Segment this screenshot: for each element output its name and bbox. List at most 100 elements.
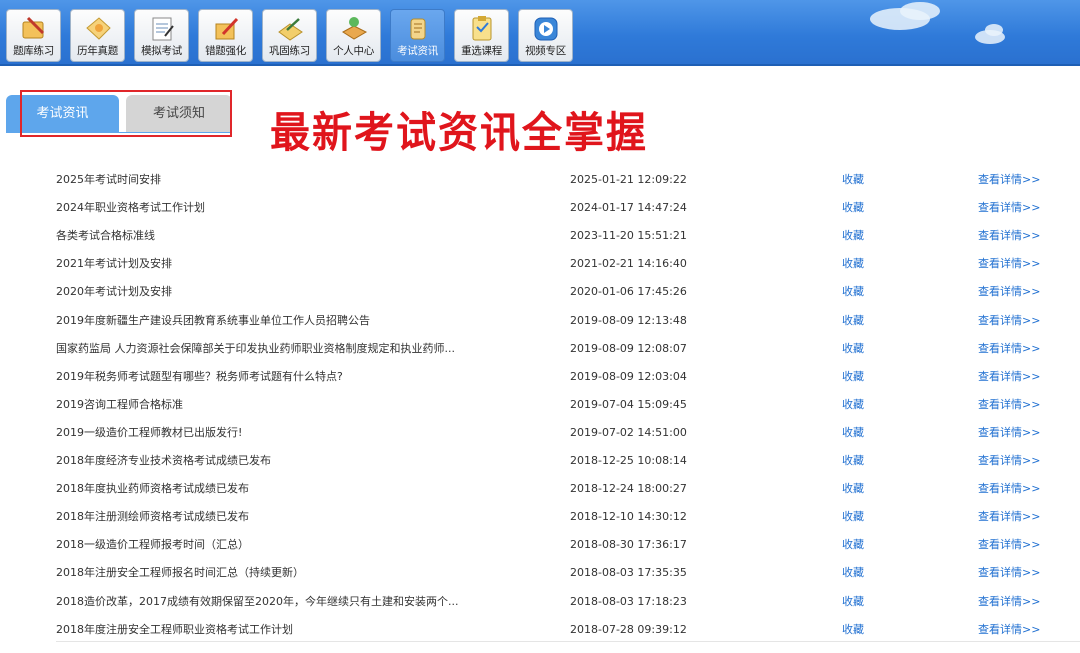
nav-item-label: 模拟考试 xyxy=(141,45,182,57)
view-detail-link[interactable]: 查看详情>> xyxy=(978,531,1040,559)
news-row: 2018年注册测绘师资格考试成绩已发布 2018-12-10 14:30:12 收藏… xyxy=(0,503,1080,531)
favorite-link[interactable]: 收藏 xyxy=(842,475,864,503)
news-title-link[interactable]: 2018年注册安全工程师报名时间汇总（持续更新） xyxy=(56,559,466,587)
view-detail-link[interactable]: 查看详情>> xyxy=(978,307,1040,335)
news-date: 2018-08-30 17:36:17 xyxy=(570,538,687,552)
video-play-icon xyxy=(534,17,557,41)
favorite-link[interactable]: 收藏 xyxy=(842,250,864,278)
view-detail-link[interactable]: 查看详情>> xyxy=(978,475,1040,503)
news-scroll-icon xyxy=(410,18,425,40)
favorite-link[interactable]: 收藏 xyxy=(842,447,864,475)
news-row: 2020年考试计划及安排 2020-01-06 17:45:26 收藏 查看详情>> xyxy=(0,278,1080,306)
view-detail-link[interactable]: 查看详情>> xyxy=(978,391,1040,419)
tab-exam-news[interactable]: 考试资讯 xyxy=(6,95,119,133)
nav-item-1[interactable]: 历年真题 xyxy=(70,9,125,62)
favorite-link[interactable]: 收藏 xyxy=(842,222,864,250)
favorite-link[interactable]: 收藏 xyxy=(842,194,864,222)
view-detail-link[interactable]: 查看详情>> xyxy=(978,588,1040,616)
view-detail-link[interactable]: 查看详情>> xyxy=(978,194,1040,222)
news-date: 2018-12-10 14:30:12 xyxy=(570,510,687,524)
view-detail-link[interactable]: 查看详情>> xyxy=(978,335,1040,363)
nav-item-3[interactable]: 错题强化 xyxy=(198,9,253,62)
nav-item-4[interactable]: 巩固练习 xyxy=(262,9,317,62)
pencil-note-icon xyxy=(85,17,111,40)
favorite-link[interactable]: 收藏 xyxy=(842,278,864,306)
news-title-link[interactable]: 2021年考试计划及安排 xyxy=(56,250,466,278)
news-date: 2019-08-09 12:08:07 xyxy=(570,341,687,355)
view-detail-link[interactable]: 查看详情>> xyxy=(978,503,1040,531)
pen-edit-icon xyxy=(215,17,238,40)
news-title-link[interactable]: 2018年度注册安全工程师职业资格考试工作计划 xyxy=(56,616,466,644)
view-detail-link[interactable]: 查看详情>> xyxy=(978,166,1040,194)
news-title-link[interactable]: 2019咨询工程师合格标准 xyxy=(56,391,466,419)
cloud-decoration xyxy=(900,2,940,20)
favorite-link[interactable]: 收藏 xyxy=(842,363,864,391)
test-paper-icon xyxy=(152,17,174,41)
favorite-link[interactable]: 收藏 xyxy=(842,307,864,335)
news-row: 2025年考试时间安排 2025-01-21 12:09:22 收藏 查看详情>> xyxy=(0,166,1080,194)
nav-item-0[interactable]: 题库练习 xyxy=(6,9,61,62)
news-row: 2018一级造价工程师报考时间（汇总） 2018-08-30 17:36:17 收藏… xyxy=(0,531,1080,559)
nav-item-2[interactable]: 模拟考试 xyxy=(134,9,189,62)
favorite-link[interactable]: 收藏 xyxy=(842,616,864,644)
news-row: 2018年度经济专业技术资格考试成绩已发布 2018-12-25 10:08:14… xyxy=(0,447,1080,475)
book-pencil-icon xyxy=(22,16,44,39)
news-title-link[interactable]: 2024年职业资格考试工作计划 xyxy=(56,194,466,222)
list-bottom-divider xyxy=(56,641,1080,642)
news-title-link[interactable]: 各类考试合格标准线 xyxy=(56,222,466,250)
news-row: 2019年度新疆生产建设兵团教育系统事业单位工作人员招聘公告 2019-08-09… xyxy=(0,307,1080,335)
favorite-link[interactable]: 收藏 xyxy=(842,503,864,531)
news-date: 2019-07-02 14:51:00 xyxy=(570,425,687,439)
news-row: 2018年度注册安全工程师职业资格考试工作计划 2018-07-28 09:39:… xyxy=(0,616,1080,644)
news-date: 2025-01-21 12:09:22 xyxy=(570,173,687,186)
news-row: 2019年税务师考试题型有哪些？税务师考试题有什么特点? 2019-08-09 1… xyxy=(0,363,1080,391)
favorite-link[interactable]: 收藏 xyxy=(842,419,864,447)
news-title-link[interactable]: 2019年税务师考试题型有哪些？税务师考试题有什么特点? xyxy=(56,363,466,391)
news-date: 2024-01-17 14:47:24 xyxy=(570,201,687,215)
favorite-link[interactable]: 收藏 xyxy=(842,391,864,419)
news-row: 各类考试合格标准线 2023-11-20 15:51:21 收藏 查看详情>> xyxy=(0,222,1080,250)
tab-underline xyxy=(6,132,232,133)
view-detail-link[interactable]: 查看详情>> xyxy=(978,447,1040,475)
nav-item-label: 重选课程 xyxy=(461,45,502,57)
view-detail-link[interactable]: 查看详情>> xyxy=(978,616,1040,644)
favorite-link[interactable]: 收藏 xyxy=(842,559,864,587)
news-row: 国家药监局 人力资源社会保障部关于印发执业药师职业资格制度规定和执业药师... 2… xyxy=(0,335,1080,363)
news-date: 2018-08-03 17:18:23 xyxy=(570,594,687,608)
news-row: 2021年考试计划及安排 2021-02-21 14:16:40 收藏 查看详情>> xyxy=(0,250,1080,278)
view-detail-link[interactable]: 查看详情>> xyxy=(978,222,1040,250)
favorite-link[interactable]: 收藏 xyxy=(842,531,864,559)
news-title-link[interactable]: 2018一级造价工程师报考时间（汇总） xyxy=(56,531,466,559)
nav-item-label: 考试资讯 xyxy=(397,45,438,57)
news-title-link[interactable]: 国家药监局 人力资源社会保障部关于印发执业药师职业资格制度规定和执业药师... xyxy=(56,335,466,363)
nav-item-5[interactable]: 个人中心 xyxy=(326,9,381,62)
favorite-link[interactable]: 收藏 xyxy=(842,335,864,363)
favorite-link[interactable]: 收藏 xyxy=(842,588,864,616)
news-title-link[interactable]: 2020年考试计划及安排 xyxy=(56,278,466,306)
nav-item-7[interactable]: 重选课程 xyxy=(454,9,509,62)
view-detail-link[interactable]: 查看详情>> xyxy=(978,559,1040,587)
tab-exam-notice[interactable]: 考试须知 xyxy=(126,95,232,133)
view-detail-link[interactable]: 查看详情>> xyxy=(978,250,1040,278)
headline-banner: 最新考试资讯全掌握 xyxy=(270,109,648,158)
news-row: 2018年度执业药师资格考试成绩已发布 2018-12-24 18:00:27 收藏… xyxy=(0,475,1080,503)
view-detail-link[interactable]: 查看详情>> xyxy=(978,278,1040,306)
news-title-link[interactable]: 2018造价改革，2017成绩有效期保留至2020年，今年继续只有土建和安装两个… xyxy=(56,588,466,616)
favorite-link[interactable]: 收藏 xyxy=(842,166,864,194)
nav-item-8[interactable]: 视频专区 xyxy=(518,9,573,62)
cloud-decoration xyxy=(985,24,1003,36)
nav-item-6[interactable]: 考试资讯 xyxy=(390,9,445,62)
news-title-link[interactable]: 2019一级造价工程师教材已出版发行! xyxy=(56,419,466,447)
news-title-link[interactable]: 2025年考试时间安排 xyxy=(56,166,466,194)
news-row: 2018造价改革，2017成绩有效期保留至2020年，今年继续只有土建和安装两个… xyxy=(0,588,1080,616)
news-title-link[interactable]: 2018年注册测绘师资格考试成绩已发布 xyxy=(56,503,466,531)
news-title-link[interactable]: 2018年度经济专业技术资格考试成绩已发布 xyxy=(56,447,466,475)
news-title-link[interactable]: 2018年度执业药师资格考试成绩已发布 xyxy=(56,475,466,503)
news-date: 2018-12-24 18:00:27 xyxy=(570,482,687,496)
nav-item-label: 个人中心 xyxy=(333,45,374,57)
news-row: 2019一级造价工程师教材已出版发行! 2019-07-02 14:51:00 收藏… xyxy=(0,419,1080,447)
news-date: 2019-08-09 12:13:48 xyxy=(570,313,687,327)
view-detail-link[interactable]: 查看详情>> xyxy=(978,419,1040,447)
view-detail-link[interactable]: 查看详情>> xyxy=(978,363,1040,391)
news-title-link[interactable]: 2019年度新疆生产建设兵团教育系统事业单位工作人员招聘公告 xyxy=(56,307,466,335)
